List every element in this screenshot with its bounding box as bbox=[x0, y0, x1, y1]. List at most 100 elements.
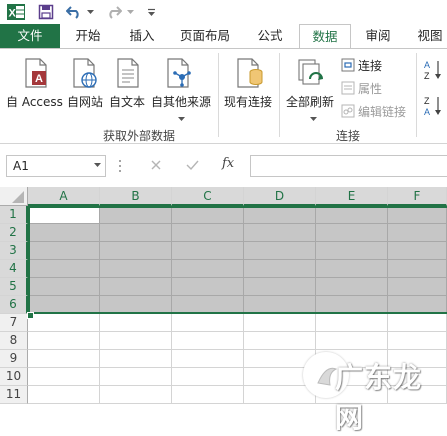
cell-c6[interactable] bbox=[172, 296, 244, 314]
cancel-icon[interactable] bbox=[150, 159, 162, 174]
cell-b10[interactable] bbox=[100, 368, 172, 386]
sort-ascending-icon[interactable]: A Z bbox=[423, 59, 443, 81]
cell-c9[interactable] bbox=[172, 350, 244, 368]
excel-logo-icon[interactable]: X bbox=[6, 3, 26, 21]
cell-e5[interactable] bbox=[316, 278, 388, 296]
cell-d3[interactable] bbox=[244, 242, 316, 260]
cell-c3[interactable] bbox=[172, 242, 244, 260]
row-header-1[interactable]: 1 bbox=[0, 206, 28, 224]
existing-connections-icon[interactable] bbox=[234, 57, 266, 91]
row-header-11[interactable]: 11 bbox=[0, 386, 28, 404]
select-all-corner[interactable] bbox=[0, 187, 28, 206]
cell-e6[interactable] bbox=[316, 296, 388, 314]
insert-function-button[interactable]: fx bbox=[222, 156, 234, 171]
cell-c1[interactable] bbox=[172, 206, 244, 224]
row-header-6[interactable]: 6 bbox=[0, 296, 28, 314]
other-sources-icon[interactable] bbox=[164, 57, 194, 91]
drag-handle-icon[interactable] bbox=[118, 158, 122, 177]
tab-insert[interactable]: 插入 bbox=[120, 24, 164, 48]
row-header-5[interactable]: 5 bbox=[0, 278, 28, 296]
cell-a1[interactable] bbox=[28, 206, 100, 224]
cell-b6[interactable] bbox=[100, 296, 172, 314]
web-page-icon[interactable] bbox=[70, 57, 100, 91]
row-header-3[interactable]: 3 bbox=[0, 242, 28, 260]
cell-f5[interactable] bbox=[388, 278, 447, 296]
row-header-9[interactable]: 9 bbox=[0, 350, 28, 368]
enter-icon[interactable] bbox=[186, 159, 199, 174]
connections-button[interactable]: 连接 bbox=[358, 57, 382, 74]
row-header-4[interactable]: 4 bbox=[0, 260, 28, 278]
undo-dropdown-icon[interactable] bbox=[86, 3, 94, 21]
formula-input[interactable] bbox=[250, 155, 447, 177]
cell-a10[interactable] bbox=[28, 368, 100, 386]
cell-b11[interactable] bbox=[100, 386, 172, 404]
cell-a7[interactable] bbox=[28, 314, 100, 332]
cell-b9[interactable] bbox=[100, 350, 172, 368]
cell-d6[interactable] bbox=[244, 296, 316, 314]
refresh-all-icon[interactable] bbox=[296, 57, 328, 91]
existing-connections-button[interactable]: 现有连接 bbox=[224, 93, 272, 110]
cell-b1[interactable] bbox=[100, 206, 172, 224]
tab-view[interactable]: 视图 bbox=[410, 24, 447, 48]
refresh-dropdown-icon[interactable] bbox=[310, 111, 317, 125]
redo-icon[interactable] bbox=[106, 3, 122, 21]
from-web-button[interactable]: 自网站 bbox=[67, 93, 103, 110]
cell-f7[interactable] bbox=[388, 314, 447, 332]
cell-a5[interactable] bbox=[28, 278, 100, 296]
tab-formulas[interactable]: 公式 bbox=[248, 24, 292, 48]
cell-e7[interactable] bbox=[316, 314, 388, 332]
cell-a4[interactable] bbox=[28, 260, 100, 278]
cell-b3[interactable] bbox=[100, 242, 172, 260]
cell-a9[interactable] bbox=[28, 350, 100, 368]
cell-b8[interactable] bbox=[100, 332, 172, 350]
column-header-a[interactable]: A bbox=[28, 187, 100, 206]
column-header-e[interactable]: E bbox=[316, 187, 388, 206]
cell-c5[interactable] bbox=[172, 278, 244, 296]
cell-d2[interactable] bbox=[244, 224, 316, 242]
cell-e3[interactable] bbox=[316, 242, 388, 260]
undo-icon[interactable] bbox=[66, 3, 82, 21]
other-sources-dropdown-icon[interactable] bbox=[178, 111, 185, 125]
refresh-all-button[interactable]: 全部刷新 bbox=[286, 93, 334, 110]
cell-d4[interactable] bbox=[244, 260, 316, 278]
cell-f6[interactable] bbox=[388, 296, 447, 314]
row-header-8[interactable]: 8 bbox=[0, 332, 28, 350]
from-text-button[interactable]: 自文本 bbox=[109, 93, 145, 110]
cell-d1[interactable] bbox=[244, 206, 316, 224]
row-header-2[interactable]: 2 bbox=[0, 224, 28, 242]
row-header-7[interactable]: 7 bbox=[0, 314, 28, 332]
cell-b5[interactable] bbox=[100, 278, 172, 296]
cell-c8[interactable] bbox=[172, 332, 244, 350]
customize-dropdown-icon[interactable] bbox=[146, 3, 156, 21]
cell-d7[interactable] bbox=[244, 314, 316, 332]
from-access-button[interactable]: 自 Access bbox=[6, 93, 63, 110]
cell-b7[interactable] bbox=[100, 314, 172, 332]
cell-a6[interactable] bbox=[28, 296, 100, 314]
cell-c4[interactable] bbox=[172, 260, 244, 278]
cell-e1[interactable] bbox=[316, 206, 388, 224]
cell-a3[interactable] bbox=[28, 242, 100, 260]
text-file-icon[interactable] bbox=[114, 57, 142, 91]
tab-data[interactable]: 数据 bbox=[299, 24, 351, 49]
cell-e4[interactable] bbox=[316, 260, 388, 278]
access-db-icon[interactable]: A bbox=[22, 57, 52, 91]
column-header-b[interactable]: B bbox=[100, 187, 172, 206]
cell-f3[interactable] bbox=[388, 242, 447, 260]
tab-review[interactable]: 审阅 bbox=[356, 24, 400, 48]
cell-d8[interactable] bbox=[244, 332, 316, 350]
cell-f1[interactable] bbox=[388, 206, 447, 224]
tab-page-layout[interactable]: 页面布局 bbox=[172, 24, 238, 48]
column-header-f[interactable]: F bbox=[388, 187, 447, 206]
column-header-c[interactable]: C bbox=[172, 187, 244, 206]
from-other-sources-button[interactable]: 自其他来源 bbox=[151, 93, 211, 110]
tab-file[interactable]: 文件 bbox=[0, 24, 60, 48]
cell-f2[interactable] bbox=[388, 224, 447, 242]
cell-d5[interactable] bbox=[244, 278, 316, 296]
cell-b2[interactable] bbox=[100, 224, 172, 242]
cell-a8[interactable] bbox=[28, 332, 100, 350]
row-header-10[interactable]: 10 bbox=[0, 368, 28, 386]
cell-e2[interactable] bbox=[316, 224, 388, 242]
tab-home[interactable]: 开始 bbox=[66, 24, 110, 48]
cell-c2[interactable] bbox=[172, 224, 244, 242]
sort-descending-icon[interactable]: Z A bbox=[423, 95, 443, 117]
